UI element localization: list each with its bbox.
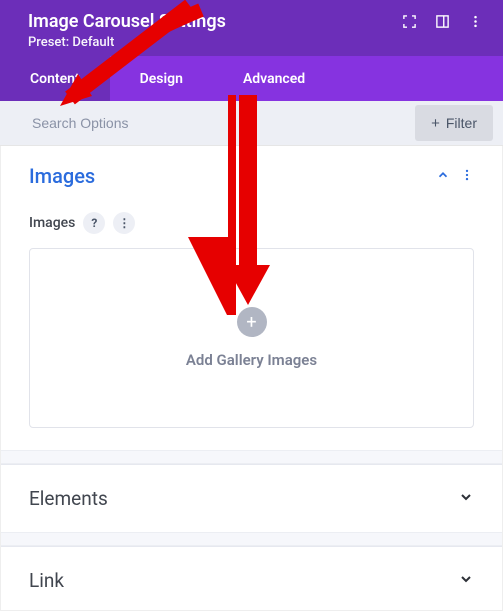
- chevron-down-icon: [458, 571, 474, 591]
- accordion-title-elements: Elements: [29, 487, 458, 510]
- accordion-title-link: Link: [29, 569, 458, 592]
- section-title-images: Images: [29, 164, 436, 188]
- field-label-images: Images: [29, 215, 75, 231]
- frame-icon[interactable]: [402, 14, 417, 29]
- plus-icon: +: [431, 116, 440, 131]
- layout-icon[interactable]: [435, 14, 450, 29]
- search-input[interactable]: [0, 101, 405, 145]
- dropzone-label: Add Gallery Images: [186, 351, 317, 369]
- preset-label[interactable]: Preset: Default: [28, 35, 485, 50]
- help-icon[interactable]: ?: [83, 212, 105, 234]
- filter-button[interactable]: + Filter: [415, 105, 493, 141]
- accordion-link[interactable]: Link: [1, 546, 502, 610]
- add-gallery-dropzone[interactable]: + Add Gallery Images: [29, 248, 474, 428]
- plus-circle-icon: +: [237, 307, 267, 337]
- tab-advanced[interactable]: Advanced: [213, 56, 335, 101]
- field-more-icon[interactable]: ⋮: [113, 212, 135, 234]
- chevron-up-icon[interactable]: [436, 167, 450, 186]
- filter-label: Filter: [446, 115, 477, 131]
- more-icon[interactable]: [468, 14, 483, 29]
- tab-design[interactable]: Design: [110, 56, 213, 101]
- section-more-icon[interactable]: [460, 167, 474, 186]
- chevron-down-icon: [458, 489, 474, 509]
- accordion-elements[interactable]: Elements: [1, 464, 502, 532]
- tab-content[interactable]: Content: [0, 56, 110, 101]
